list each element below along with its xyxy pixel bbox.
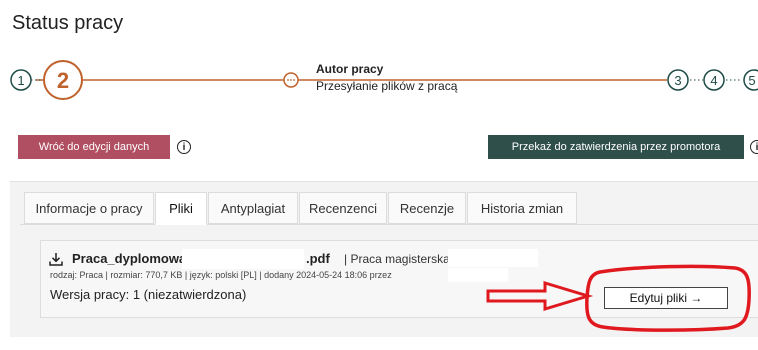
info-icon[interactable]: i bbox=[177, 140, 191, 154]
step-4-number: 4 bbox=[710, 73, 717, 88]
tab-antiplagiarism[interactable]: Antyplagiat bbox=[208, 192, 298, 224]
back-to-edit-button[interactable]: Wróć do edycji danych bbox=[18, 135, 170, 159]
current-step-subtitle: Przesyłanie plików z pracą bbox=[316, 79, 458, 93]
redacted-area bbox=[448, 268, 508, 282]
step-2-number: 2 bbox=[57, 68, 69, 93]
download-icon[interactable] bbox=[48, 251, 64, 267]
file-extension[interactable]: .pdf bbox=[306, 251, 330, 266]
tab-work-info[interactable]: Informacje o pracy bbox=[24, 192, 154, 224]
edit-files-button[interactable]: Edytuj pliki → bbox=[604, 287, 728, 309]
current-step-title: Autor pracy bbox=[316, 62, 384, 76]
file-kind: | Praca magisterska - bbox=[344, 252, 458, 266]
step-1: 1 bbox=[10, 69, 32, 91]
redacted-area bbox=[182, 249, 304, 269]
step-3: 3 bbox=[667, 69, 689, 91]
step-3-number: 3 bbox=[674, 73, 681, 88]
step-5-number: 5 bbox=[748, 73, 755, 88]
step-5: 5 bbox=[743, 69, 758, 91]
tab-change-history[interactable]: Historia zmian bbox=[467, 192, 577, 224]
work-version: Wersja pracy: 1 (niezatwierdzona) bbox=[50, 287, 247, 302]
substep-dots-icon bbox=[283, 72, 299, 88]
tab-reviews[interactable]: Recenzje bbox=[388, 192, 466, 224]
submit-for-approval-button[interactable]: Przekaż do zatwierdzenia przez promotora bbox=[488, 135, 744, 159]
file-metadata: rodzaj: Praca | rozmiar: 770,7 KB | języ… bbox=[50, 270, 392, 280]
step-4: 4 bbox=[703, 69, 725, 91]
page-title: Status pracy bbox=[12, 12, 124, 34]
step-1-number: 1 bbox=[17, 73, 24, 88]
tab-files[interactable]: Pliki bbox=[155, 192, 207, 225]
tab-divider bbox=[20, 224, 758, 225]
file-name-link[interactable]: Praca_dyplomowa bbox=[72, 251, 186, 266]
step-2-current: 2 bbox=[43, 60, 83, 100]
redacted-area bbox=[448, 249, 538, 267]
info-icon[interactable]: i bbox=[750, 140, 758, 154]
tab-reviewers[interactable]: Recenzenci bbox=[299, 192, 387, 224]
